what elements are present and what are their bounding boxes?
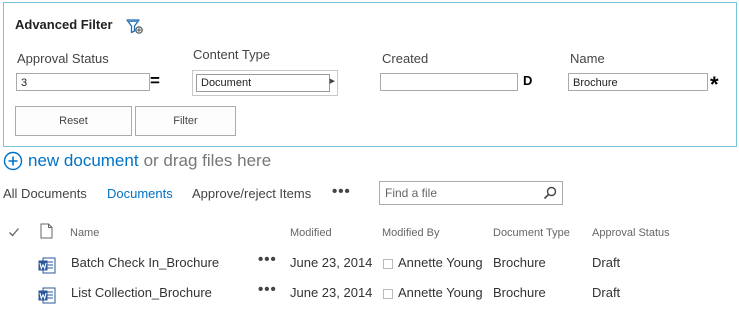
row-approval-status: Draft [592,255,621,270]
row-modified-by[interactable]: Annette Young [398,284,483,302]
column-header-name[interactable]: Name [70,227,99,239]
filter-icon[interactable] [126,17,144,35]
table-row[interactable]: Batch Check In_Brochure ••• June 23, 201… [0,251,739,284]
new-document-link[interactable]: new document [28,151,139,171]
view-documents[interactable]: Documents [107,186,173,201]
row-menu-button[interactable]: ••• [258,281,277,298]
caret-right-icon[interactable]: ▶ [330,77,335,85]
search-input[interactable] [381,183,531,203]
word-document-icon [38,257,56,274]
row-document-type: Brochure [493,255,546,270]
select-all-check-icon[interactable] [8,226,20,238]
content-type-label: Content Type [193,47,271,62]
approval-status-input[interactable]: 3 [16,73,150,91]
presence-icon [383,259,393,269]
row-modified-by[interactable]: Annette Young [398,254,483,272]
view-all-documents[interactable]: All Documents [3,186,87,201]
column-header-document-type[interactable]: Document Type [493,227,570,239]
reset-button[interactable]: Reset [15,106,132,136]
column-header-modified[interactable]: Modified [290,227,332,239]
word-document-icon [38,287,56,304]
row-modified: June 23, 2014 [290,285,373,300]
table-row[interactable]: List Collection_Brochure ••• June 23, 20… [0,281,739,310]
created-input[interactable] [380,73,518,91]
presence-icon [383,289,393,299]
add-circle-icon[interactable] [3,151,23,171]
row-approval-status: Draft [592,285,621,300]
filter-button[interactable]: Filter [135,106,236,136]
content-type-value[interactable]: Document [196,74,330,92]
column-header-modified-by[interactable]: Modified By [382,227,439,239]
row-name-link[interactable]: Batch Check In_Brochure [71,254,219,272]
created-label: Created [382,51,429,66]
filter-title: Advanced Filter [15,17,113,32]
content-type-select[interactable]: Document ▶ [192,70,338,96]
view-more-button[interactable]: ••• [332,183,351,200]
document-type-icon [40,223,53,239]
created-operator[interactable]: D [523,74,532,87]
row-modified: June 23, 2014 [290,255,373,270]
advanced-filter-panel: Advanced Filter Approval Status 3 = Cont… [3,2,737,147]
search-icon[interactable] [543,186,557,200]
row-menu-button[interactable]: ••• [258,251,277,268]
drag-files-hint: or drag files here [143,151,272,170]
search-box[interactable] [379,181,563,205]
row-name-link[interactable]: List Collection_Brochure [71,284,212,302]
column-header-approval-status[interactable]: Approval Status [592,227,670,239]
row-document-type: Brochure [493,285,546,300]
name-operator[interactable]: * [710,74,719,96]
name-input[interactable]: Brochure [568,73,708,91]
approval-status-operator[interactable]: = [150,72,160,89]
view-approve-reject[interactable]: Approve/reject Items [192,186,311,201]
approval-status-label: Approval Status [17,51,109,66]
new-document-bar: new document or drag files here [3,150,271,172]
name-label: Name [570,51,605,66]
